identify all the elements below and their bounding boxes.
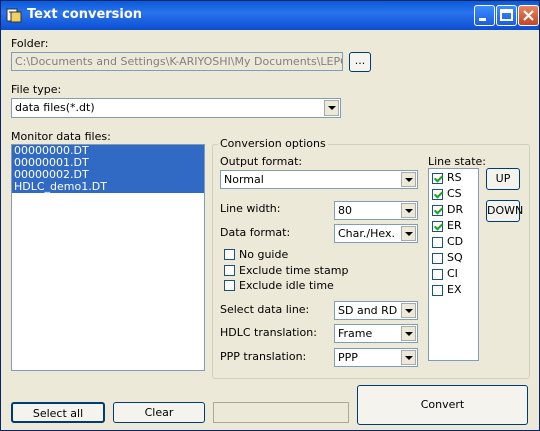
convert-button[interactable]: Convert xyxy=(357,385,528,425)
monitor-files-label: Monitor data files: xyxy=(11,130,111,143)
chevron-down-icon xyxy=(401,226,416,241)
chevron-down-icon xyxy=(401,303,416,318)
select-data-line-select[interactable]: SD and RD xyxy=(334,301,418,320)
sq-checkbox[interactable] xyxy=(432,253,443,264)
er-label: ER xyxy=(447,219,462,232)
line-width-value: 80 xyxy=(338,204,352,217)
data-format-select[interactable]: Char./Hex. xyxy=(334,224,418,243)
cd-checkbox[interactable] xyxy=(432,237,443,248)
exclude-time-stamp-label: Exclude time stamp xyxy=(239,264,349,277)
file-type-select[interactable]: data files(*.dt) xyxy=(11,98,341,118)
rs-label: RS xyxy=(447,171,462,184)
minimize-icon xyxy=(479,18,486,21)
er-checkbox[interactable] xyxy=(432,221,443,232)
status-panel xyxy=(213,402,349,423)
line-state-label: Line state: xyxy=(428,155,486,168)
dr-label: DR xyxy=(447,203,464,216)
close-button[interactable] xyxy=(518,5,539,26)
text-conversion-window: Text conversion Folder: C:\Documents and… xyxy=(0,0,540,431)
exclude-time-stamp-checkbox[interactable] xyxy=(224,265,235,276)
ex-label: EX xyxy=(447,283,462,296)
output-format-label: Output format: xyxy=(220,155,303,168)
chevron-down-icon xyxy=(401,203,416,218)
ppp-translation-value: PPP xyxy=(338,351,358,364)
app-icon xyxy=(6,8,22,23)
hdlc-translation-select[interactable]: Frame xyxy=(334,324,418,343)
line-state-list[interactable]: RS CS DR ER CD SQ CI EX xyxy=(428,168,479,361)
folder-path-field[interactable]: C:\Documents and Settings\K-ARIYOSHI\My … xyxy=(11,52,343,71)
maximize-button[interactable] xyxy=(496,5,517,26)
data-format-label: Data format: xyxy=(220,226,291,239)
no-guide-checkbox[interactable] xyxy=(224,249,235,260)
cs-checkbox[interactable] xyxy=(432,189,443,200)
monitor-files-list[interactable]: 00000000.DT 00000001.DT 00000002.DT HDLC… xyxy=(11,144,205,371)
line-width-label: Line width: xyxy=(220,202,281,215)
maximize-icon xyxy=(500,9,513,21)
window-title: Text conversion xyxy=(27,7,143,22)
minimize-button[interactable] xyxy=(474,5,495,26)
cd-label: CD xyxy=(447,235,464,248)
data-format-value: Char./Hex. xyxy=(338,227,395,240)
title-bar[interactable]: Text conversion xyxy=(1,1,539,30)
dr-checkbox[interactable] xyxy=(432,205,443,216)
file-type-label: File type: xyxy=(11,83,62,96)
no-guide-label: No guide xyxy=(239,248,289,261)
hdlc-translation-value: Frame xyxy=(338,327,373,340)
file-type-value: data files(*.dt) xyxy=(15,101,95,114)
rs-checkbox[interactable] xyxy=(432,173,443,184)
down-button[interactable]: DOWN xyxy=(486,200,523,222)
ex-checkbox[interactable] xyxy=(432,285,443,296)
exclude-idle-time-checkbox[interactable] xyxy=(224,280,235,291)
select-data-line-label: Select data line: xyxy=(220,303,310,316)
clear-button[interactable]: Clear xyxy=(113,402,205,423)
select-data-line-value: SD and RD xyxy=(338,304,398,317)
line-width-select[interactable]: 80 xyxy=(334,201,418,220)
chevron-down-icon xyxy=(401,326,416,341)
ci-label: CI xyxy=(447,267,458,280)
sq-label: SQ xyxy=(447,251,463,264)
select-all-button[interactable]: Select all xyxy=(11,402,105,423)
ppp-translation-select[interactable]: PPP xyxy=(334,348,418,367)
browse-button[interactable]: ... xyxy=(349,52,371,72)
output-format-select[interactable]: Normal xyxy=(220,170,418,189)
conversion-options-label: Conversion options xyxy=(218,137,328,150)
up-button[interactable]: UP xyxy=(486,168,520,190)
cs-label: CS xyxy=(447,187,462,200)
ci-checkbox[interactable] xyxy=(432,269,443,280)
output-format-value: Normal xyxy=(224,173,264,186)
exclude-idle-time-label: Exclude idle time xyxy=(239,279,334,292)
chevron-down-icon xyxy=(401,350,416,365)
ppp-translation-label: PPP translation: xyxy=(220,350,307,363)
hdlc-translation-label: HDLC translation: xyxy=(220,326,317,339)
list-item[interactable]: HDLC_demo1.DT xyxy=(12,181,204,193)
folder-label: Folder: xyxy=(11,37,49,50)
close-icon xyxy=(523,10,534,21)
chevron-down-icon xyxy=(401,172,416,187)
chevron-down-icon xyxy=(324,100,339,116)
